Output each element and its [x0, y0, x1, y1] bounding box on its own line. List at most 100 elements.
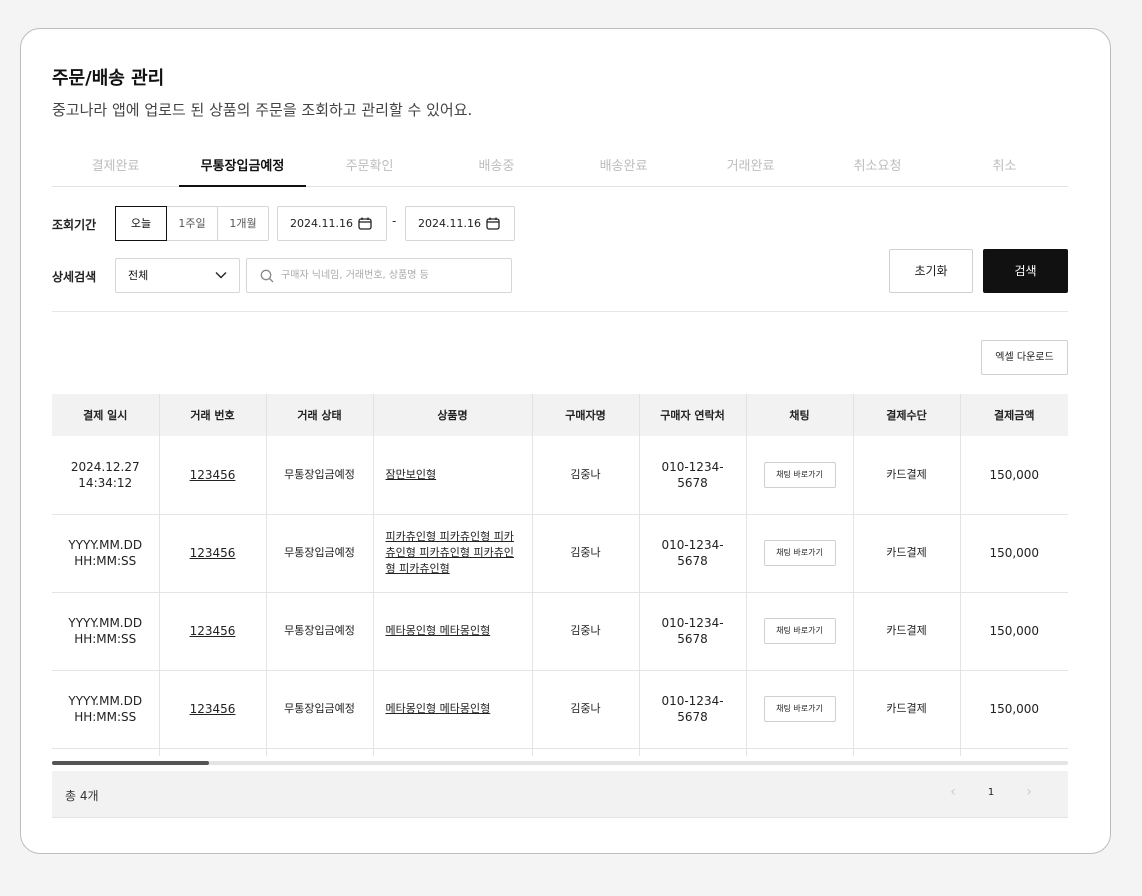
empty-cell	[745, 748, 853, 756]
table-row: 2024.12.27 14:34:12 123456 무통장입금예정 잠만보인형 …	[52, 436, 1068, 515]
chevron-left-icon[interactable]: ‹	[934, 784, 972, 800]
tab-delivered[interactable]: 배송완료	[560, 147, 687, 186]
product-name-link[interactable]: 피카츄인형 피카츄인형 피카츄인형 피카츄인형 피카츄인형 피카츄인형	[386, 530, 514, 575]
chat-shortcut-button[interactable]: 채팅 바로가기	[763, 461, 836, 488]
orders-table-container: 결제 일시 거래 번호 거래 상태 상품명 구매자명 구매자 연락처 채팅 결제…	[52, 394, 1068, 756]
excel-download-button[interactable]: 엑셀 다운로드	[981, 340, 1068, 375]
chat-cell: 채팅 바로가기	[745, 592, 853, 671]
product-name-link[interactable]: 잠만보인형	[386, 468, 437, 481]
buyer-phone-cell: 010-1234- 5678	[638, 514, 746, 593]
order-management-card: 주문/배송 관리 중고나라 앱에 업로드 된 상품의 주문을 조회하고 관리할 …	[20, 28, 1111, 854]
tab-order-confirmed[interactable]: 주문확인	[306, 147, 433, 186]
total-count: 총 4개	[65, 789, 99, 803]
order-number-cell: 123456	[158, 592, 266, 671]
buyer-phone-part: 5678	[677, 475, 708, 490]
column-header: 결제 일시	[52, 394, 159, 436]
buyer-phone-part: 010-1234-	[661, 616, 724, 630]
chat-shortcut-button[interactable]: 채팅 바로가기	[763, 540, 836, 566]
column-header: 거래 상태	[265, 394, 373, 436]
payment-amount-cell: 150,000	[959, 670, 1068, 749]
chat-cell: 채팅 바로가기	[745, 436, 853, 515]
search-button[interactable]: 검색	[983, 249, 1068, 293]
tab-cancel-requested[interactable]: 취소요청	[814, 147, 941, 186]
column-header: 구매자명	[531, 394, 639, 436]
orders-table: 결제 일시 거래 번호 거래 상태 상품명 구매자명 구매자 연락처 채팅 결제…	[52, 394, 1068, 756]
payment-time: HH:MM:SS	[74, 554, 137, 568]
period-week-button[interactable]: 1주일	[166, 207, 217, 240]
empty-cell	[158, 748, 266, 756]
payment-datetime-cell: 2024.12.27 14:34:12	[52, 436, 159, 515]
buyer-phone-part: 010-1234-	[661, 459, 724, 474]
chat-shortcut-button[interactable]: 채팅 바로가기	[763, 696, 836, 722]
column-header: 상품명	[372, 394, 532, 436]
buyer-name-cell: 김중나	[531, 592, 639, 671]
payment-method-cell: 카드결제	[852, 514, 960, 593]
calendar-icon[interactable]	[486, 217, 500, 230]
buyer-phone-cell: 010-1234- 5678	[638, 670, 746, 749]
status-tabs: 결제완료 무통장입금예정 주문확인 배송중 배송완료 거래완료 취소요청 취소	[52, 147, 1068, 187]
payment-amount-cell: 150,000	[959, 592, 1068, 671]
scrollbar-thumb[interactable]	[52, 761, 209, 765]
payment-time: 14:34:12	[78, 475, 133, 490]
end-date-input[interactable]: 2024.11.16	[405, 206, 515, 241]
page-number[interactable]: 1	[972, 787, 1010, 798]
order-number-link[interactable]: 123456	[190, 468, 236, 482]
horizontal-scrollbar[interactable]	[52, 761, 1068, 765]
date-separator: -	[392, 214, 397, 228]
card-content: 주문/배송 관리 중고나라 앱에 업로드 된 상품의 주문을 조회하고 관리할 …	[52, 29, 1068, 853]
start-date-value: 2024.11.16	[290, 217, 353, 230]
tab-payment-complete[interactable]: 결제완료	[52, 147, 179, 186]
payment-method-cell: 카드결제	[852, 670, 960, 749]
buyer-name-cell: 김중나	[531, 514, 639, 593]
product-name-link[interactable]: 메타몽인형 메타몽인형	[386, 702, 491, 715]
end-date-value: 2024.11.16	[418, 217, 481, 230]
payment-time: HH:MM:SS	[74, 710, 137, 724]
order-number-link[interactable]: 123456	[190, 624, 236, 638]
buyer-phone-part: 010-1234-	[661, 694, 724, 708]
divider	[52, 311, 1068, 312]
payment-datetime-cell: YYYY.MM.DD HH:MM:SS	[52, 592, 159, 671]
column-header: 거래 번호	[158, 394, 266, 436]
page-subtitle: 중고나라 앱에 업로드 된 상품의 주문을 조회하고 관리할 수 있어요.	[52, 101, 473, 119]
product-name-cell: 잠만보인형	[372, 436, 532, 515]
tab-shipping[interactable]: 배송중	[433, 147, 560, 186]
chevron-down-icon	[215, 272, 227, 279]
start-date-input[interactable]: 2024.11.16	[277, 206, 387, 241]
search-box	[246, 258, 512, 293]
search-icon	[260, 269, 274, 283]
product-name-link[interactable]: 메타몽인형 메타몽인형	[386, 624, 491, 637]
order-number-cell: 123456	[158, 436, 266, 515]
chevron-right-icon[interactable]: ›	[1010, 784, 1048, 800]
product-name-cell: 메타몽인형 메타몽인형	[372, 592, 532, 671]
buyer-phone-part: 5678	[677, 554, 708, 568]
order-status-cell: 무통장입금예정	[265, 514, 373, 593]
period-today-button[interactable]: 오늘	[115, 206, 167, 241]
detail-search-label: 상세검색	[52, 270, 97, 284]
payment-method-cell: 카드결제	[852, 592, 960, 671]
order-status-cell: 무통장입금예정	[265, 670, 373, 749]
payment-date: 2024.12.27	[70, 459, 140, 474]
empty-cell	[638, 748, 746, 756]
tab-cancelled[interactable]: 취소	[941, 147, 1068, 186]
empty-cell	[531, 748, 639, 756]
table-row-overflow	[52, 748, 1068, 756]
tab-transaction-complete[interactable]: 거래완료	[687, 147, 814, 186]
reset-button[interactable]: 초기화	[889, 249, 973, 293]
order-number-link[interactable]: 123456	[190, 702, 236, 716]
search-type-select[interactable]: 전체	[115, 258, 240, 293]
search-type-value: 전체	[128, 269, 149, 282]
chat-cell: 채팅 바로가기	[745, 514, 853, 593]
tab-bank-deposit-pending[interactable]: 무통장입금예정	[179, 147, 306, 187]
chat-shortcut-button[interactable]: 채팅 바로가기	[763, 618, 836, 644]
period-month-button[interactable]: 1개월	[217, 207, 268, 240]
buyer-name-cell: 김중나	[531, 670, 639, 749]
calendar-icon[interactable]	[358, 217, 372, 230]
column-header: 구매자 연락처	[638, 394, 746, 436]
search-input[interactable]	[281, 259, 501, 292]
table-row: YYYY.MM.DD HH:MM:SS 123456 무통장입금예정 메타몽인형 …	[52, 592, 1068, 671]
buyer-phone-part: 5678	[677, 632, 708, 646]
buyer-phone-part: 010-1234-	[661, 538, 724, 552]
empty-cell	[852, 748, 960, 756]
table-row: YYYY.MM.DD HH:MM:SS 123456 무통장입금예정 피카츄인형 …	[52, 514, 1068, 593]
order-number-link[interactable]: 123456	[190, 546, 236, 560]
